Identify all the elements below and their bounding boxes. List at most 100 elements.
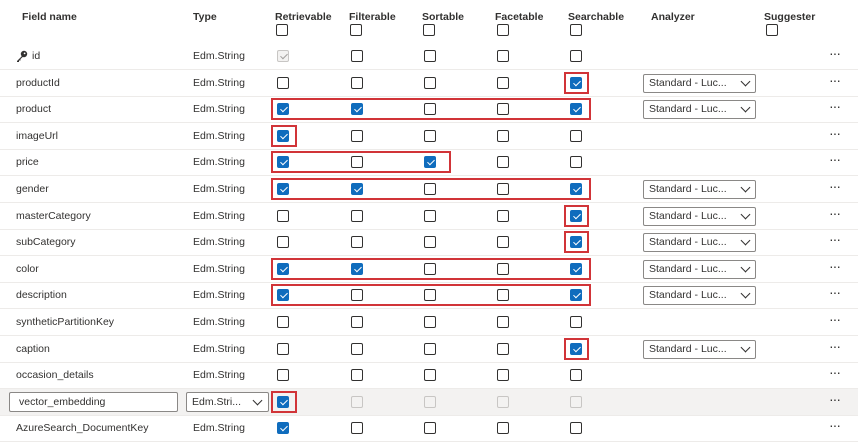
more-options-icon[interactable]: ··· [829,73,841,87]
field-row[interactable]: product Edm.String Standard - Luc... ··· [0,96,858,123]
field-type-select[interactable]: Edm.Stri... [186,392,269,412]
more-options-icon[interactable]: ··· [829,365,841,379]
retrievable-checkbox[interactable] [277,289,289,301]
filterable-checkbox[interactable] [351,77,363,89]
more-options-icon[interactable]: ··· [829,152,841,166]
select-all-suggester-checkbox[interactable] [766,24,778,36]
field-row[interactable]: occasion_details Edm.String ··· [0,362,858,389]
retrievable-checkbox[interactable] [277,103,289,115]
sortable-checkbox[interactable] [424,236,436,248]
field-row[interactable]: masterCategory Edm.String Standard - Luc..… [0,203,858,230]
searchable-checkbox[interactable] [570,422,582,434]
field-row[interactable]: gender Edm.String Standard - Luc... ··· [0,176,858,203]
facetable-checkbox[interactable] [497,289,509,301]
retrievable-checkbox[interactable] [277,316,289,328]
select-all-facetable-checkbox[interactable] [497,24,509,36]
more-options-icon[interactable]: ··· [829,339,841,353]
filterable-checkbox[interactable] [351,130,363,142]
sortable-checkbox[interactable] [424,422,436,434]
facetable-checkbox[interactable] [497,343,509,355]
filterable-checkbox[interactable] [351,369,363,381]
searchable-checkbox[interactable] [570,156,582,168]
field-row[interactable]: id Edm.String ··· [0,43,858,70]
filterable-checkbox[interactable] [351,156,363,168]
facetable-checkbox[interactable] [497,316,509,328]
more-options-icon[interactable]: ··· [829,206,841,220]
field-row[interactable]: price Edm.String ··· [0,149,858,176]
field-row[interactable]: syntheticPartitionKey Edm.String ··· [0,309,858,336]
header-type[interactable]: Type [193,10,217,24]
select-all-retrievable-checkbox[interactable] [276,24,288,36]
filterable-checkbox[interactable] [351,316,363,328]
field-row[interactable]: description Edm.String Standard - Luc... ··… [0,282,858,309]
more-options-icon[interactable]: ··· [829,46,841,60]
facetable-checkbox[interactable] [497,369,509,381]
field-name-input[interactable]: vector_embedding [9,392,178,412]
field-row[interactable]: AzureSearch_DocumentKey Edm.String ··· [0,415,858,442]
header-facetable[interactable]: Facetable [495,10,543,24]
retrievable-checkbox[interactable] [277,369,289,381]
analyzer-dropdown[interactable]: Standard - Luc... [643,340,756,359]
searchable-checkbox[interactable] [570,77,582,89]
retrievable-checkbox[interactable] [277,422,289,434]
field-row[interactable]: productId Edm.String Standard - Luc... ··· [0,70,858,97]
sortable-checkbox[interactable] [424,263,436,275]
analyzer-dropdown[interactable]: Standard - Luc... [643,207,756,226]
searchable-checkbox[interactable] [570,343,582,355]
sortable-checkbox[interactable] [424,130,436,142]
sortable-checkbox[interactable] [424,343,436,355]
facetable-checkbox[interactable] [497,183,509,195]
retrievable-checkbox[interactable] [277,236,289,248]
searchable-checkbox[interactable] [570,130,582,142]
filterable-checkbox[interactable] [351,210,363,222]
searchable-checkbox[interactable] [570,369,582,381]
searchable-checkbox[interactable] [570,50,582,62]
header-suggester[interactable]: Suggester [764,10,815,24]
more-options-icon[interactable]: ··· [829,232,841,246]
more-options-icon[interactable]: ··· [829,418,841,432]
sortable-checkbox[interactable] [424,156,436,168]
facetable-checkbox[interactable] [497,50,509,62]
analyzer-dropdown[interactable]: Standard - Luc... [643,233,756,252]
sortable-checkbox[interactable] [424,77,436,89]
field-row[interactable]: vector_embedding Edm.Stri... ··· [0,389,858,416]
analyzer-dropdown[interactable]: Standard - Luc... [643,286,756,305]
header-sortable[interactable]: Sortable [422,10,464,24]
analyzer-dropdown[interactable]: Standard - Luc... [643,180,756,199]
filterable-checkbox[interactable] [351,103,363,115]
field-row[interactable]: subCategory Edm.String Standard - Luc... ··… [0,229,858,256]
searchable-checkbox[interactable] [570,183,582,195]
retrievable-checkbox[interactable] [277,130,289,142]
facetable-checkbox[interactable] [497,156,509,168]
more-options-icon[interactable]: ··· [829,179,841,193]
field-row[interactable]: color Edm.String Standard - Luc... ··· [0,256,858,283]
more-options-icon[interactable]: ··· [829,312,841,326]
facetable-checkbox[interactable] [497,236,509,248]
more-options-icon[interactable]: ··· [829,126,841,140]
sortable-checkbox[interactable] [424,316,436,328]
select-all-sortable-checkbox[interactable] [423,24,435,36]
retrievable-checkbox[interactable] [277,343,289,355]
searchable-checkbox[interactable] [570,289,582,301]
retrievable-checkbox[interactable] [277,183,289,195]
select-all-searchable-checkbox[interactable] [570,24,582,36]
filterable-checkbox[interactable] [351,236,363,248]
filterable-checkbox[interactable] [351,263,363,275]
searchable-checkbox[interactable] [570,316,582,328]
filterable-checkbox[interactable] [351,183,363,195]
analyzer-dropdown[interactable]: Standard - Luc... [643,74,756,93]
sortable-checkbox[interactable] [424,103,436,115]
header-searchable[interactable]: Searchable [568,10,624,24]
sortable-checkbox[interactable] [424,183,436,195]
sortable-checkbox[interactable] [424,50,436,62]
facetable-checkbox[interactable] [497,130,509,142]
facetable-checkbox[interactable] [497,422,509,434]
sortable-checkbox[interactable] [424,369,436,381]
field-row[interactable]: caption Edm.String Standard - Luc... ··· [0,336,858,363]
more-options-icon[interactable]: ··· [829,99,841,113]
more-options-icon[interactable]: ··· [829,392,841,406]
retrievable-checkbox[interactable] [277,210,289,222]
facetable-checkbox[interactable] [497,103,509,115]
field-row[interactable]: imageUrl Edm.String ··· [0,123,858,150]
header-filterable[interactable]: Filterable [349,10,396,24]
